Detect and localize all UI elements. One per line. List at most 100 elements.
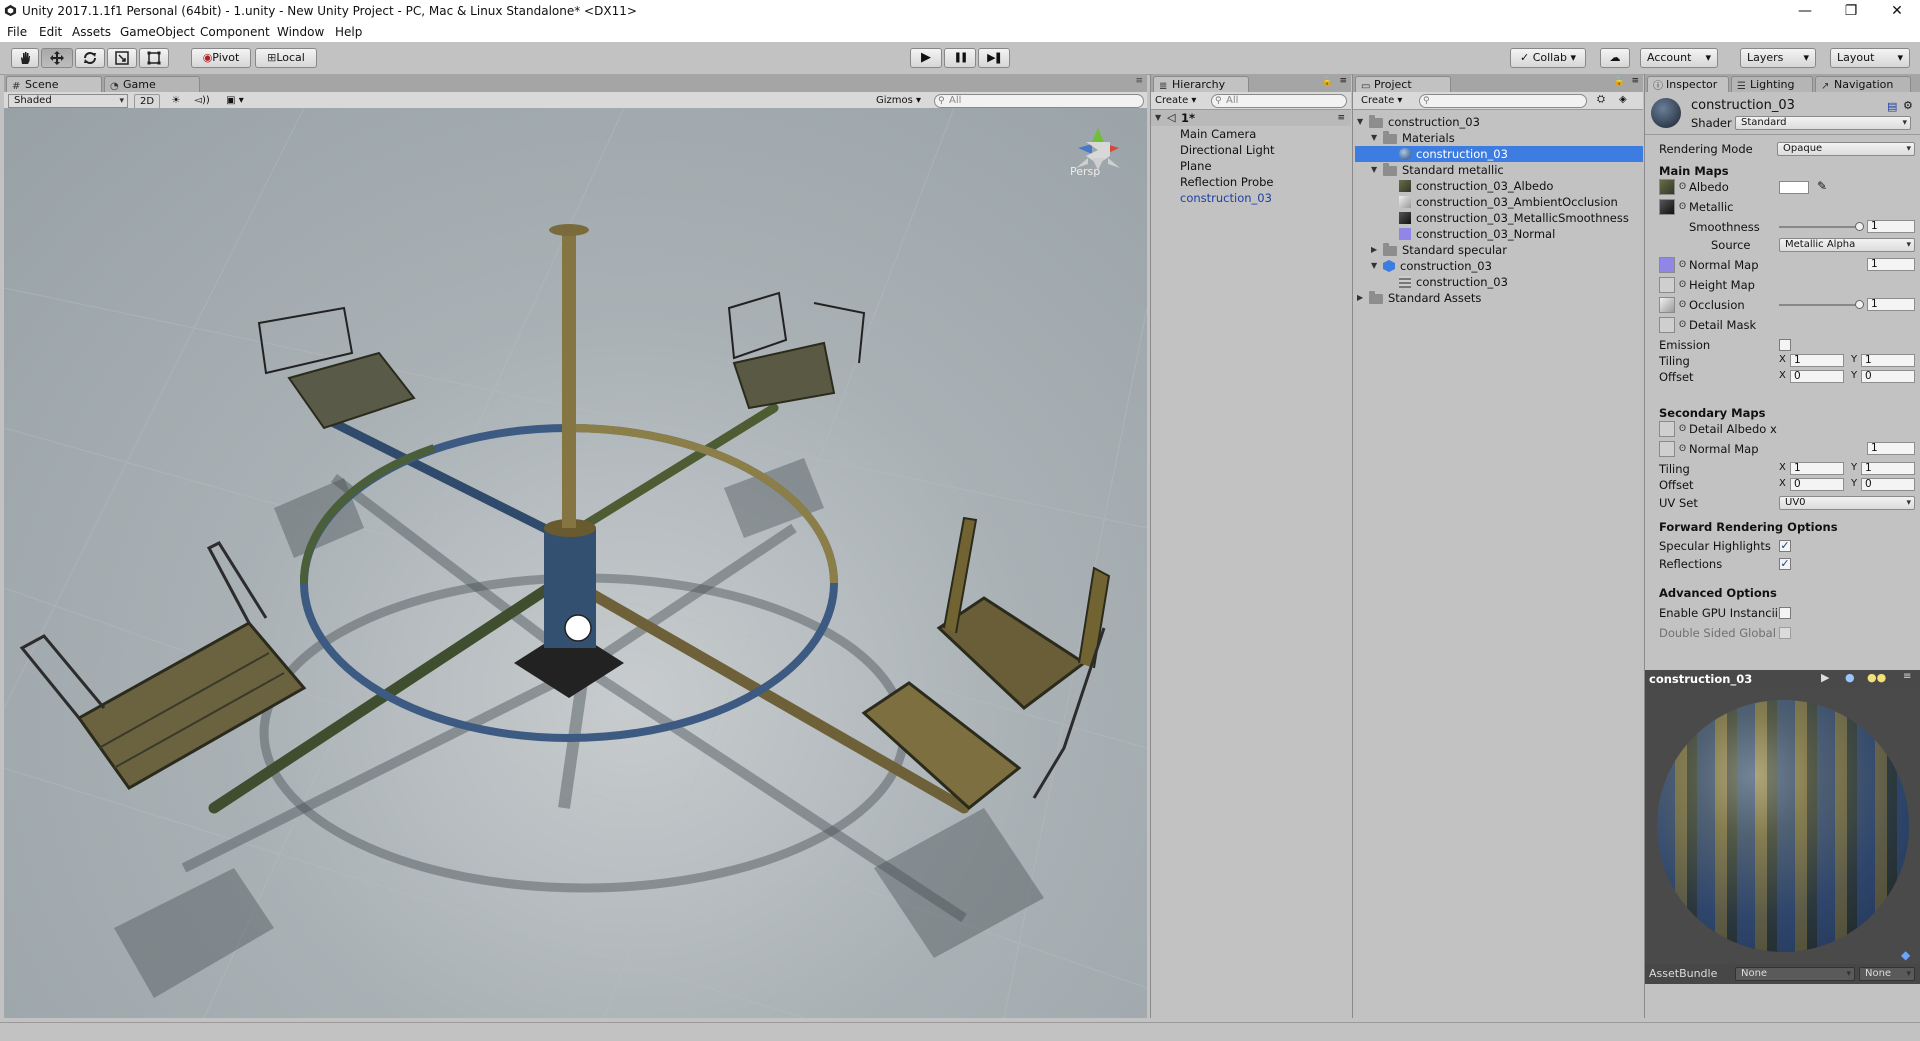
rendering-mode-dropdown[interactable]: Opaque <box>1777 142 1915 156</box>
detail-mask-texture-slot[interactable] <box>1659 317 1675 333</box>
eyedropper-icon[interactable]: ✎ <box>1817 179 1827 193</box>
menu-file[interactable]: File <box>7 25 27 39</box>
albedo-texture-slot[interactable] <box>1659 179 1675 195</box>
occlusion-field[interactable]: 1 <box>1867 298 1915 311</box>
filter-label-icon[interactable]: ◈ <box>1619 94 1627 105</box>
scale-tool-button[interactable] <box>107 48 137 68</box>
expand-arrow-icon[interactable]: ▼ <box>1371 130 1377 146</box>
tab-project[interactable]: ▭ Project <box>1355 76 1451 92</box>
lock-icon[interactable]: 🔒 <box>1322 77 1333 87</box>
project-asset-row[interactable]: construction_03_Normal <box>1353 226 1643 242</box>
local-toggle[interactable]: ⊞Local <box>255 48 317 68</box>
tab-inspector[interactable]: ⓘ Inspector <box>1647 76 1729 92</box>
panel-menu-icon[interactable]: ≡ <box>1631 76 1639 86</box>
cloud-button[interactable]: ☁ <box>1600 48 1630 68</box>
menu-edit[interactable]: Edit <box>39 25 62 39</box>
project-asset-row[interactable]: construction_03_MetallicSmoothness <box>1353 210 1643 226</box>
project-asset-row[interactable]: construction_03 <box>1353 274 1643 290</box>
project-folder-row[interactable]: ▶ Standard specular <box>1353 242 1643 258</box>
menu-help[interactable]: Help <box>335 25 362 39</box>
scene-search-input[interactable]: ⚲ All <box>934 94 1144 108</box>
panel-menu-icon[interactable]: ≡ <box>1339 76 1347 86</box>
tab-hierarchy[interactable]: ≣ Hierarchy <box>1153 76 1249 92</box>
preview-menu-icon[interactable]: ≡ <box>1903 671 1911 682</box>
project-asset-row[interactable]: ▼ construction_03 <box>1353 258 1643 274</box>
main-offset-y-field[interactable]: 0 <box>1861 370 1915 383</box>
rect-tool-button[interactable] <box>139 48 169 68</box>
layers-dropdown[interactable]: Layers ▾ <box>1740 48 1816 68</box>
maximize-button[interactable]: ❐ <box>1828 0 1874 22</box>
secondary-tiling-y-field[interactable]: 1 <box>1861 462 1915 475</box>
lighting-toggle-icon[interactable]: ☀ <box>166 94 186 108</box>
filter-type-icon[interactable]: ⛭ <box>1597 94 1605 105</box>
scene-menu-icon[interactable]: ≡ <box>1337 110 1345 126</box>
expand-arrow-icon[interactable]: ▼ <box>1371 258 1377 274</box>
step-button[interactable]: ▶❚ <box>978 48 1010 68</box>
occlusion-slider-track[interactable] <box>1779 304 1859 306</box>
assetbundle-variant-dropdown[interactable]: None <box>1859 967 1915 981</box>
collapse-arrow-icon[interactable]: ▶ <box>1371 242 1377 258</box>
minimize-button[interactable]: — <box>1782 0 1828 22</box>
occlusion-slider-handle[interactable] <box>1855 300 1864 309</box>
asset-label-tag-icon[interactable]: ◆ <box>1901 948 1910 962</box>
project-asset-row-selected[interactable]: construction_03 <box>1355 146 1643 162</box>
detail-normal-scale-field[interactable]: 1 <box>1867 442 1915 455</box>
persp-label[interactable]: Persp <box>1070 165 1100 178</box>
menu-window[interactable]: Window <box>277 25 324 39</box>
layout-dropdown[interactable]: Layout ▾ <box>1830 48 1910 68</box>
albedo-color-swatch[interactable] <box>1779 181 1809 194</box>
scene-orientation-gizmo[interactable] <box>1076 128 1120 170</box>
project-folder-row[interactable]: ▼ Standard metallic <box>1353 162 1643 178</box>
hierarchy-search-input[interactable]: ⚲ All <box>1211 94 1347 108</box>
expand-arrow-icon[interactable]: ▼ <box>1371 162 1377 178</box>
panel-menu-icon[interactable]: ≡ <box>1135 76 1143 86</box>
project-folder-row[interactable]: ▶ Standard Assets <box>1353 290 1643 306</box>
secondary-tiling-x-field[interactable]: 1 <box>1790 462 1844 475</box>
metallic-picker-icon[interactable]: ʘ <box>1679 202 1686 212</box>
effects-dropdown-icon[interactable]: ▣ ▾ <box>218 94 252 108</box>
project-asset-row[interactable]: construction_03_Albedo <box>1353 178 1643 194</box>
hierarchy-item-prefab[interactable]: construction_03 <box>1180 190 1272 206</box>
play-button[interactable]: ▶ <box>910 48 942 68</box>
shader-dropdown[interactable]: Standard <box>1735 116 1911 130</box>
preview-sphere-icon[interactable]: ● <box>1845 671 1855 684</box>
normal-map-picker-icon[interactable]: ʘ <box>1679 260 1686 270</box>
assetbundle-dropdown[interactable]: None <box>1735 967 1855 981</box>
tab-scene[interactable]: # Scene <box>6 76 102 92</box>
detail-mask-picker-icon[interactable]: ʘ <box>1679 320 1686 330</box>
smoothness-slider-track[interactable] <box>1779 226 1859 228</box>
audio-toggle-icon[interactable]: ◅)) <box>192 94 212 108</box>
secondary-offset-y-field[interactable]: 0 <box>1861 478 1915 491</box>
smoothness-field[interactable]: 1 <box>1867 220 1915 233</box>
account-dropdown[interactable]: Account ▾ <box>1640 48 1718 68</box>
pivot-toggle[interactable]: ◉Pivot <box>191 48 251 68</box>
gear-icon[interactable]: ⚙ <box>1903 99 1913 112</box>
scene-root-row[interactable]: ▼ ◁ 1* ≡ <box>1151 110 1351 126</box>
close-button[interactable]: ✕ <box>1874 0 1920 22</box>
hierarchy-item[interactable]: Reflection Probe <box>1180 174 1274 190</box>
specular-highlights-checkbox[interactable]: ✓ <box>1779 540 1791 552</box>
secondary-offset-x-field[interactable]: 0 <box>1790 478 1844 491</box>
normal-scale-field[interactable]: 1 <box>1867 258 1915 271</box>
menu-gameobject[interactable]: GameObject <box>120 25 195 39</box>
hierarchy-create-dropdown[interactable]: Create ▾ <box>1155 94 1201 108</box>
tab-navigation[interactable]: ↗ Navigation <box>1815 76 1911 92</box>
albedo-picker-icon[interactable]: ʘ <box>1679 182 1686 192</box>
main-offset-x-field[interactable]: 0 <box>1790 370 1844 383</box>
height-map-picker-icon[interactable]: ʘ <box>1679 280 1686 290</box>
uv-set-dropdown[interactable]: UV0 <box>1779 496 1915 510</box>
detail-albedo-texture-slot[interactable] <box>1659 421 1675 437</box>
detail-normal-picker-icon[interactable]: ʘ <box>1679 444 1686 454</box>
gizmos-dropdown[interactable]: Gizmos ▾ <box>876 94 926 108</box>
occlusion-picker-icon[interactable]: ʘ <box>1679 300 1686 310</box>
collapse-arrow-icon[interactable]: ▶ <box>1357 290 1363 306</box>
preview-light-icon[interactable]: ●● <box>1867 671 1886 684</box>
hierarchy-item[interactable]: Plane <box>1180 158 1212 174</box>
project-asset-row[interactable]: construction_03_AmbientOcclusion <box>1353 194 1643 210</box>
emission-checkbox[interactable] <box>1779 339 1791 351</box>
project-create-dropdown[interactable]: Create ▾ <box>1361 94 1407 108</box>
detail-normal-texture-slot[interactable] <box>1659 441 1675 457</box>
project-folder-row[interactable]: ▼ construction_03 <box>1353 114 1643 130</box>
pause-button[interactable]: ❚❚ <box>944 48 976 68</box>
main-tiling-x-field[interactable]: 1 <box>1790 354 1844 367</box>
